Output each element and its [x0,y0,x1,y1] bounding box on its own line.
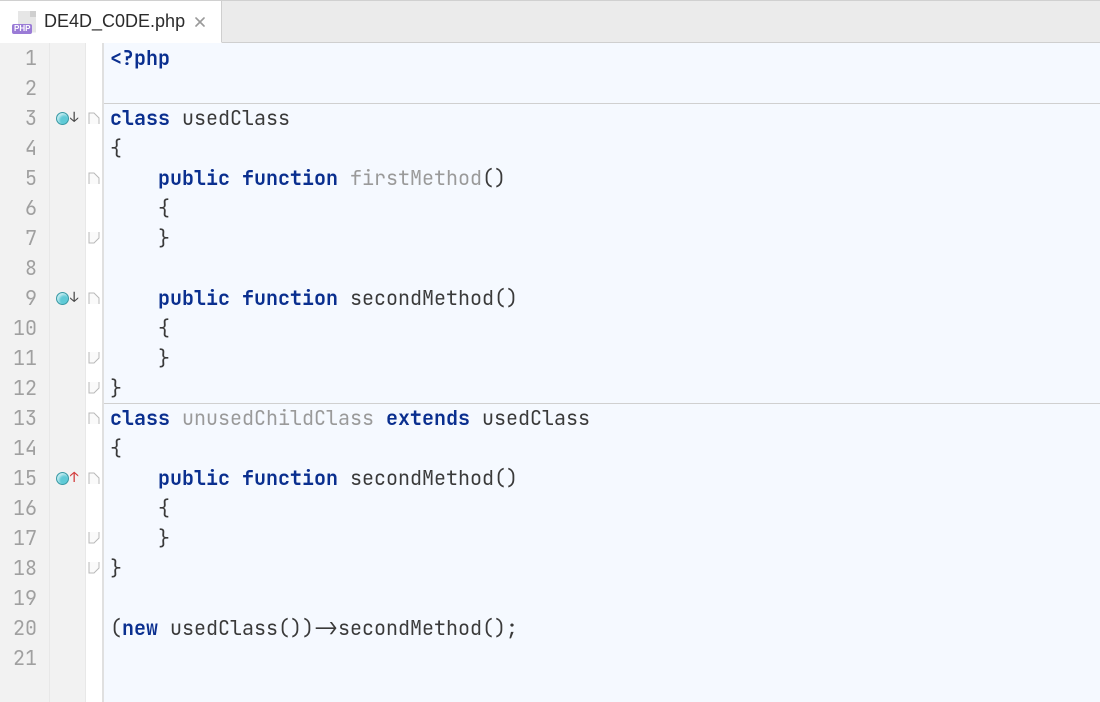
editor-root: PHP DE4D_C0DE.php 1234567891011121314151… [0,0,1100,702]
fold-gutter[interactable] [86,43,104,702]
code-line[interactable]: } [104,343,1100,373]
overrides-icon[interactable]: ↑ [56,469,80,487]
overridden-icon[interactable]: ↓ [56,109,80,127]
editor-body: 123456789101112131415161718192021 ↓↓↑ <?… [0,43,1100,702]
tab-bar: PHP DE4D_C0DE.php [0,1,1100,43]
fold-open-icon[interactable] [88,411,100,425]
code-line[interactable]: } [104,523,1100,553]
line-number-gutter: 123456789101112131415161718192021 [0,43,50,702]
fold-open-icon[interactable] [88,291,100,305]
line-number: 6 [0,193,43,223]
line-number: 19 [0,583,43,613]
line-number: 5 [0,163,43,193]
code-line[interactable] [104,73,1100,103]
file-tab[interactable]: PHP DE4D_C0DE.php [0,1,222,43]
region-separator [104,103,1100,104]
code-line[interactable]: public function secondMethod() [104,463,1100,493]
php-file-icon: PHP [14,11,36,33]
line-number: 16 [0,493,43,523]
line-number: 14 [0,433,43,463]
line-number: 20 [0,613,43,643]
line-number: 8 [0,253,43,283]
fold-close-icon[interactable] [88,531,100,545]
code-line[interactable]: class unusedChildClass extends usedClass [104,403,1100,433]
line-number: 11 [0,343,43,373]
line-number: 13 [0,403,43,433]
code-line[interactable]: { [104,133,1100,163]
line-number: 17 [0,523,43,553]
code-line[interactable] [104,253,1100,283]
line-number: 10 [0,313,43,343]
code-line[interactable]: { [104,193,1100,223]
line-number: 18 [0,553,43,583]
fold-close-icon[interactable] [88,231,100,245]
line-number: 7 [0,223,43,253]
code-line[interactable]: { [104,313,1100,343]
code-line[interactable]: public function firstMethod() [104,163,1100,193]
fold-close-icon[interactable] [88,561,100,575]
line-number: 9 [0,283,43,313]
fold-open-icon[interactable] [88,111,100,125]
marker-gutter[interactable]: ↓ ↓ ↑ [50,43,86,702]
code-line[interactable]: public function secondMethod() [104,283,1100,313]
close-icon[interactable] [193,15,207,29]
overridden-icon[interactable]: ↓ [56,289,80,307]
code-area[interactable]: <?phpclass usedClass{ public function fi… [104,43,1100,702]
line-number: 4 [0,133,43,163]
line-number: 21 [0,643,43,673]
code-line[interactable]: } [104,553,1100,583]
code-line[interactable]: { [104,493,1100,523]
code-line[interactable]: class usedClass [104,103,1100,133]
line-number: 12 [0,373,43,403]
code-line[interactable]: <?php [104,43,1100,73]
code-line[interactable]: } [104,223,1100,253]
line-number: 1 [0,43,43,73]
code-line[interactable]: } [104,373,1100,403]
code-line[interactable] [104,583,1100,613]
code-line[interactable]: (new usedClass())->secondMethod(); [104,613,1100,643]
fold-open-icon[interactable] [88,171,100,185]
file-tab-label: DE4D_C0DE.php [44,11,185,32]
line-number: 2 [0,73,43,103]
code-line[interactable]: { [104,433,1100,463]
fold-close-icon[interactable] [88,351,100,365]
code-line[interactable] [104,673,1100,702]
code-line[interactable] [104,643,1100,673]
fold-open-icon[interactable] [88,471,100,485]
fold-close-icon[interactable] [88,381,100,395]
region-separator [104,403,1100,404]
line-number [0,673,43,702]
line-number: 15 [0,463,43,493]
line-number: 3 [0,103,43,133]
